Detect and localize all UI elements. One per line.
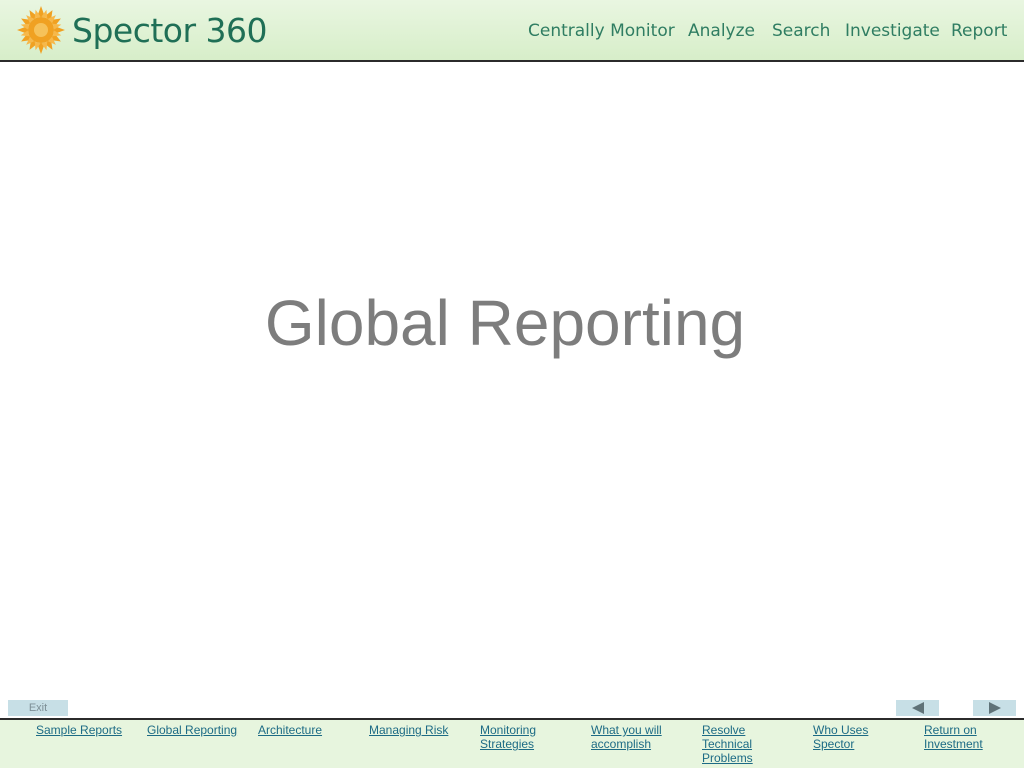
sunburst-icon <box>17 6 65 54</box>
footer-link-line: Sample Reports <box>36 723 123 737</box>
footer-link-line: Strategies <box>480 737 535 751</box>
page-title: Global Reporting <box>264 287 746 359</box>
footer-link-resolve-technical-problems[interactable]: Resolve Technical Problems <box>702 723 753 765</box>
footer-link-sample-reports[interactable]: Sample Reports <box>36 723 122 737</box>
footer-link-line: Problems <box>702 751 753 765</box>
logo[interactable]: Spector 360 <box>16 4 268 56</box>
footer-link-managing-risk[interactable]: Managing Risk <box>369 723 448 737</box>
nav-centrally-monitor[interactable]: Centrally Monitor <box>528 0 675 62</box>
header-bar: Spector 360 Centrally Monitor Analyze Se… <box>0 0 1024 62</box>
footer-link-global-reporting[interactable]: Global Reporting <box>147 723 237 737</box>
footer-link-line: Resolve <box>702 723 746 737</box>
footer-link-line: Global Reporting <box>147 723 238 737</box>
footer-link-line: Managing Risk <box>369 723 449 737</box>
nav-report[interactable]: Report <box>951 0 1007 62</box>
footer-link-monitoring-strategies[interactable]: Monitoring Strategies <box>480 723 536 751</box>
nav-link-label[interactable]: Analyze <box>688 21 755 41</box>
footer-link-line: accomplish <box>591 737 652 751</box>
footer-link-line: Technical <box>702 737 753 751</box>
nav-investigate[interactable]: Investigate <box>845 0 940 62</box>
footer-link-what-you-will-accomplish[interactable]: What you will accomplish <box>591 723 662 751</box>
footer-link-architecture[interactable]: Architecture <box>258 723 322 737</box>
exit-button[interactable]: Exit <box>8 700 68 716</box>
nav-search[interactable]: Search <box>772 0 830 62</box>
footer-link-line: What you will <box>591 723 662 737</box>
footer-link-line: Monitoring <box>480 723 537 737</box>
nav-link-label[interactable]: Investigate <box>845 21 940 41</box>
nav-link-label[interactable]: Search <box>772 21 830 41</box>
previous-button[interactable] <box>896 700 939 716</box>
logo-text: Spector 360 <box>72 10 268 50</box>
footer-link-return-on-investment[interactable]: Return on Investment <box>924 723 983 751</box>
footer-link-line: Who Uses <box>813 723 869 737</box>
footer-bar: Sample Reports Global Reporting Architec… <box>0 718 1024 768</box>
footer-link-line: Investment <box>924 737 983 751</box>
triangle-right-icon <box>988 702 1001 714</box>
triangle-left-icon <box>911 702 924 714</box>
nav-analyze[interactable]: Analyze <box>688 0 755 62</box>
footer-link-line: Return on <box>924 723 977 737</box>
footer-link-line: Spector <box>813 737 855 751</box>
nav-link-label[interactable]: Report <box>951 21 1007 41</box>
footer-link-line: Architecture <box>258 723 323 737</box>
nav-link-label[interactable]: Centrally Monitor <box>528 21 675 41</box>
footer-link-who-uses-spector[interactable]: Who Uses Spector <box>813 723 868 751</box>
next-button[interactable] <box>973 700 1016 716</box>
